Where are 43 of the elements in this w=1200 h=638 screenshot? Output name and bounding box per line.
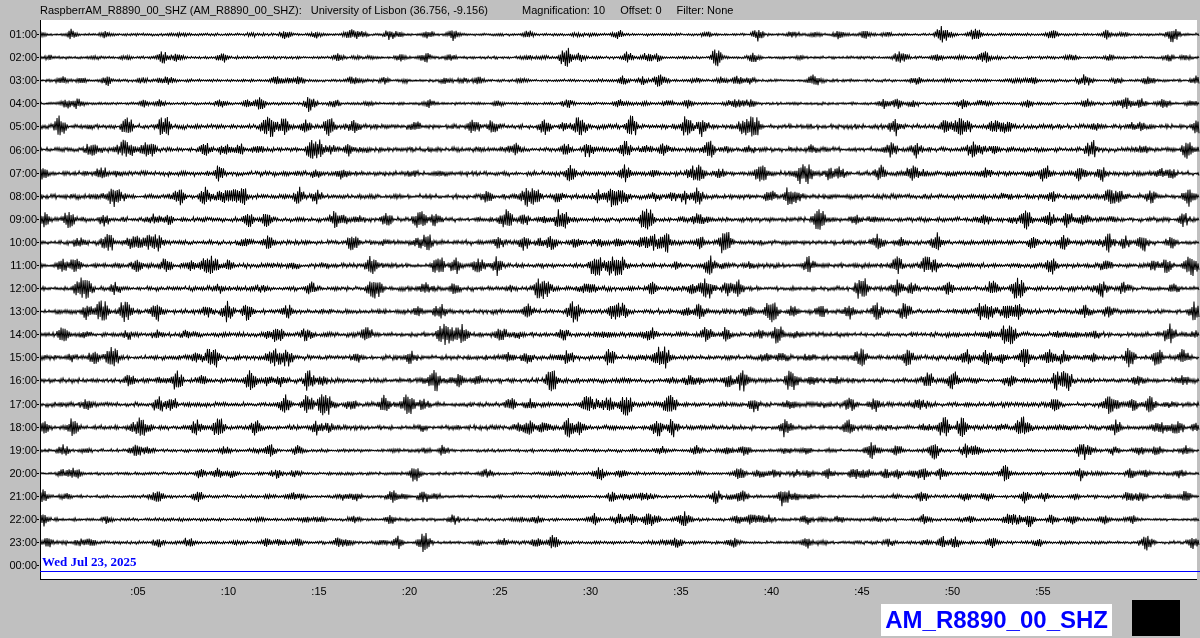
hour-label: 23:00 xyxy=(9,537,37,549)
status-square xyxy=(1132,600,1180,636)
hour-label: 22:00 xyxy=(9,514,37,525)
minute-tick-label: :30 xyxy=(582,584,599,599)
offset-text: Offset: 0 xyxy=(620,2,662,18)
minute-tick-label: :35 xyxy=(673,584,689,599)
hour-label: 18:00 xyxy=(9,421,37,433)
hour-label: 04:00 xyxy=(9,98,37,110)
hour-label: 00:00 xyxy=(9,560,37,572)
hour-label: 07:00 xyxy=(9,167,37,179)
hour-label: 14:00 xyxy=(9,329,37,341)
hour-label: 16:00 xyxy=(9,375,37,387)
station-badge: AM_R8890_00_SHZ xyxy=(881,604,1112,636)
minute-tick-label: :15 xyxy=(311,584,327,599)
hour-label: 21:00 xyxy=(9,490,37,502)
date-label: Wed Jul 23, 2025 xyxy=(42,554,137,570)
minute-tick-label: :25 xyxy=(492,584,508,599)
hour-label: 05:00 xyxy=(9,121,37,133)
minute-tick-label: :40 xyxy=(763,584,780,599)
minute-tick-label: :55 xyxy=(1035,584,1051,599)
hour-label: 12:00 xyxy=(9,283,37,295)
hour-label: 06:00 xyxy=(9,144,37,156)
hour-label: 20:00 xyxy=(9,467,37,479)
minute-tick-label: :50 xyxy=(944,584,961,599)
hour-label: 01:00 xyxy=(9,29,37,41)
magnification-text: Magnification: 10 xyxy=(522,2,606,18)
hour-label: 13:00 xyxy=(9,306,37,318)
minute-tick-label: :10 xyxy=(220,584,237,599)
station-title: RaspberrAM_R8890_00_SHZ (AM_R8890_00_SHZ): xyxy=(40,2,302,18)
location-text: University of Lisbon (36.756, -9.156) xyxy=(310,2,488,18)
hour-label: 17:00 xyxy=(9,398,37,410)
hour-label: 10:00 xyxy=(9,236,37,248)
hour-label: 02:00 xyxy=(9,52,37,64)
hour-label: 11:00 xyxy=(10,260,37,271)
filter-text: Filter: None xyxy=(676,2,734,18)
hour-label: 09:00 xyxy=(9,213,37,225)
hour-label: 19:00 xyxy=(9,444,37,456)
hour-label: 08:00 xyxy=(9,190,37,202)
minute-tick-label: :20 xyxy=(401,584,418,599)
minute-tick-label: :05 xyxy=(130,584,146,599)
hour-label: 15:00 xyxy=(9,352,37,364)
hour-label: 03:00 xyxy=(9,75,37,87)
minute-tick-label: :45 xyxy=(854,584,870,599)
